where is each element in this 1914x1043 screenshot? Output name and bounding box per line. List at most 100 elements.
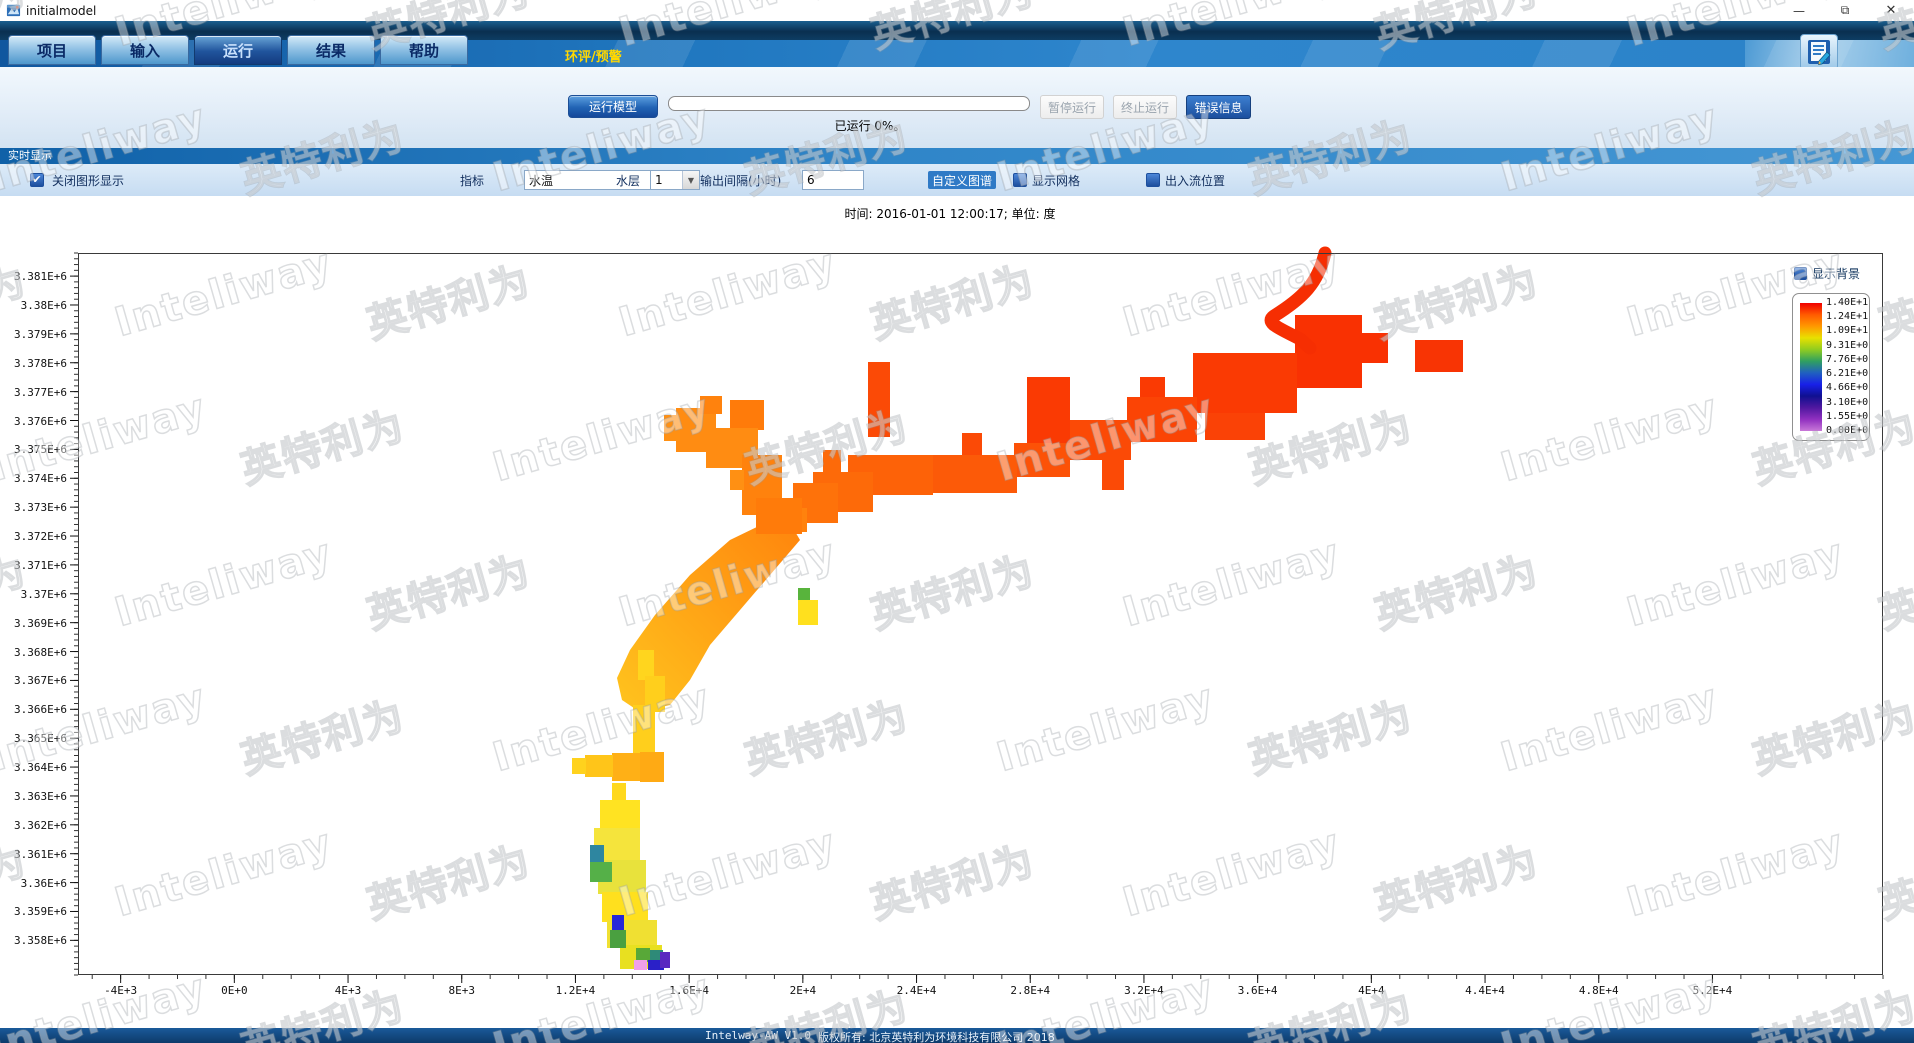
x-tick-label: 0E+0 — [221, 984, 248, 997]
run-toolbar: 运行模型 已运行 0%。 暂停运行 终止运行 错误信息 — [0, 67, 1914, 148]
y-tick-label: 3.36E+6 — [21, 877, 67, 890]
progress-bar — [668, 96, 1030, 111]
minimize-button[interactable]: — — [1776, 0, 1822, 21]
y-tick-label: 3.362E+6 — [14, 819, 67, 832]
chevron-down-icon: ▼ — [682, 171, 699, 189]
show-background-checkbox[interactable] — [1794, 267, 1807, 280]
layer-select[interactable]: 1 ▼ — [650, 170, 700, 190]
custom-palette-button[interactable]: 自定义图谱 — [928, 171, 996, 189]
x-tick-label: 1.2E+4 — [556, 984, 596, 997]
y-tick-label: 3.359E+6 — [14, 905, 67, 918]
y-tick-label: 3.364E+6 — [14, 761, 67, 774]
y-tick-label: 3.367E+6 — [14, 674, 67, 687]
y-tick-label: 3.371E+6 — [14, 559, 67, 572]
show-grid-checkbox[interactable] — [1013, 173, 1027, 187]
app-icon — [6, 3, 21, 18]
y-tick-label: 3.361E+6 — [14, 848, 67, 861]
layer-value: 1 — [651, 173, 682, 187]
layer-label: 水层 — [616, 172, 640, 189]
app-version: Intelway-AW V1.0 — [705, 1029, 811, 1042]
error-info-button[interactable]: 错误信息 — [1186, 95, 1251, 119]
edit-document-icon[interactable] — [1800, 34, 1838, 70]
tab-3[interactable]: 结果 — [287, 35, 375, 65]
indicator-label: 指标 — [460, 172, 484, 189]
legend-value: 1.24E+1 — [1826, 312, 1868, 322]
y-tick-label: 3.381E+6 — [14, 270, 67, 283]
copyright-text: 版权所有: 北京英特利为环境科技有限公司 2018 — [818, 1029, 1055, 1043]
x-tick-label: 4.4E+4 — [1465, 984, 1505, 997]
y-tick-label: 3.372E+6 — [14, 530, 67, 543]
stop-run-button[interactable]: 终止运行 — [1113, 95, 1177, 119]
y-tick-label: 3.368E+6 — [14, 646, 67, 659]
y-tick-label: 3.378E+6 — [14, 357, 67, 370]
color-scale-legend: 1.40E+1 1.24E+1 1.09E+1 9.31E+0 7.76E+0 6.21E… — [1792, 293, 1870, 441]
y-tick-label: 3.377E+6 — [14, 386, 67, 399]
ribbon: 项目输入运行结果帮助 环评/预警 — [0, 40, 1914, 67]
y-tick-label: 3.366E+6 — [14, 703, 67, 716]
y-tick-label: 3.37E+6 — [21, 588, 67, 601]
legend-value: 3.10E+0 — [1826, 398, 1868, 408]
tab-1[interactable]: 输入 — [101, 35, 189, 65]
progress-status-text: 已运行 0%。 — [770, 117, 970, 134]
app-window: initialmodel — ⧉ ✕ 项目输入运行结果帮助 环评/预警 运行模 — [0, 0, 1914, 1043]
x-tick-label: 2.8E+4 — [1010, 984, 1050, 997]
restore-button[interactable]: ⧉ — [1822, 0, 1868, 21]
x-tick-label: 4E+4 — [1358, 984, 1385, 997]
x-tick-label: 2.4E+4 — [897, 984, 937, 997]
show-background-control: 显示背景 — [1794, 265, 1860, 282]
pause-run-button[interactable]: 暂停运行 — [1040, 95, 1104, 119]
status-footer: Intelway-AW V1.0 版权所有: 北京英特利为环境科技有限公司 20… — [0, 1028, 1914, 1043]
legend-value: 0.00E+0 — [1826, 426, 1868, 436]
x-tick-label: 4.8E+4 — [1579, 984, 1619, 997]
plot-time-caption: 时间: 2016-01-01 12:00:17; 单位: 度 — [780, 205, 1120, 222]
legend-value: 1.09E+1 — [1826, 326, 1868, 336]
y-tick-label: 3.376E+6 — [14, 415, 67, 428]
x-tick-label: 8E+3 — [448, 984, 475, 997]
close-button[interactable]: ✕ — [1868, 0, 1914, 21]
x-tick-label: 4E+3 — [335, 984, 362, 997]
x-tick-label: 1.6E+4 — [669, 984, 709, 997]
x-tick-label: 3.2E+4 — [1124, 984, 1164, 997]
color-scale-bar — [1800, 303, 1822, 431]
close-graph-checkbox[interactable]: ✔ — [30, 173, 44, 187]
tab-0[interactable]: 项目 — [8, 35, 96, 65]
legend-value: 7.76E+0 — [1826, 355, 1868, 365]
output-interval-input[interactable] — [802, 170, 864, 190]
x-tick-label: 5.2E+4 — [1693, 984, 1733, 997]
legend-value: 6.21E+0 — [1826, 369, 1868, 379]
title-bar: initialmodel — ⧉ ✕ — [0, 0, 1914, 21]
y-tick-label: 3.375E+6 — [14, 443, 67, 456]
x-tick-label: 2E+4 — [790, 984, 817, 997]
y-tick-label: 3.369E+6 — [14, 617, 67, 630]
show-background-label: 显示背景 — [1812, 265, 1860, 282]
tab-env-warning[interactable]: 环评/预警 — [565, 46, 622, 65]
y-tick-label: 3.373E+6 — [14, 501, 67, 514]
x-tick-label: -4E+3 — [104, 984, 137, 997]
output-interval-label: 输出间隔(小时) — [700, 172, 781, 189]
close-graph-label: 关闭图形显示 — [52, 172, 124, 189]
legend-value: 4.66E+0 — [1826, 383, 1868, 393]
y-tick-label: 3.358E+6 — [14, 934, 67, 947]
flow-positions-label: 出入流位置 — [1165, 172, 1225, 189]
y-tick-label: 3.379E+6 — [14, 328, 67, 341]
run-model-button[interactable]: 运行模型 — [568, 95, 658, 118]
x-tick-label: 3.6E+4 — [1238, 984, 1278, 997]
document-pencil-icon — [1807, 39, 1831, 65]
show-grid-label: 显示网格 — [1032, 172, 1080, 189]
legend-value: 1.55E+0 — [1826, 412, 1868, 422]
window-title: initialmodel — [26, 4, 96, 18]
legend-value: 1.40E+1 — [1826, 298, 1868, 308]
y-tick-label: 3.365E+6 — [14, 732, 67, 745]
realtime-controls-row: ✔ 关闭图形显示 指标 水温 ▼ 水层 1 ▼ 输出间隔(小时) 自定义图谱 显… — [0, 164, 1914, 196]
plot-axes — [78, 253, 1883, 975]
y-tick-label: 3.374E+6 — [14, 472, 67, 485]
y-tick-label: 3.363E+6 — [14, 790, 67, 803]
tab-2[interactable]: 运行 — [194, 35, 282, 65]
window-controls: — ⧉ ✕ — [1776, 0, 1914, 21]
color-scale-values: 1.40E+1 1.24E+1 1.09E+1 9.31E+0 7.76E+0 6.21E… — [1826, 298, 1868, 436]
realtime-display-header: 实时显示 — [0, 148, 1914, 164]
legend-value: 9.31E+0 — [1826, 341, 1868, 351]
map-plot: 3.381E+63.38E+63.379E+63.378E+63.377E+63… — [78, 253, 1883, 975]
tab-4[interactable]: 帮助 — [380, 35, 468, 65]
flow-positions-checkbox[interactable] — [1146, 173, 1160, 187]
